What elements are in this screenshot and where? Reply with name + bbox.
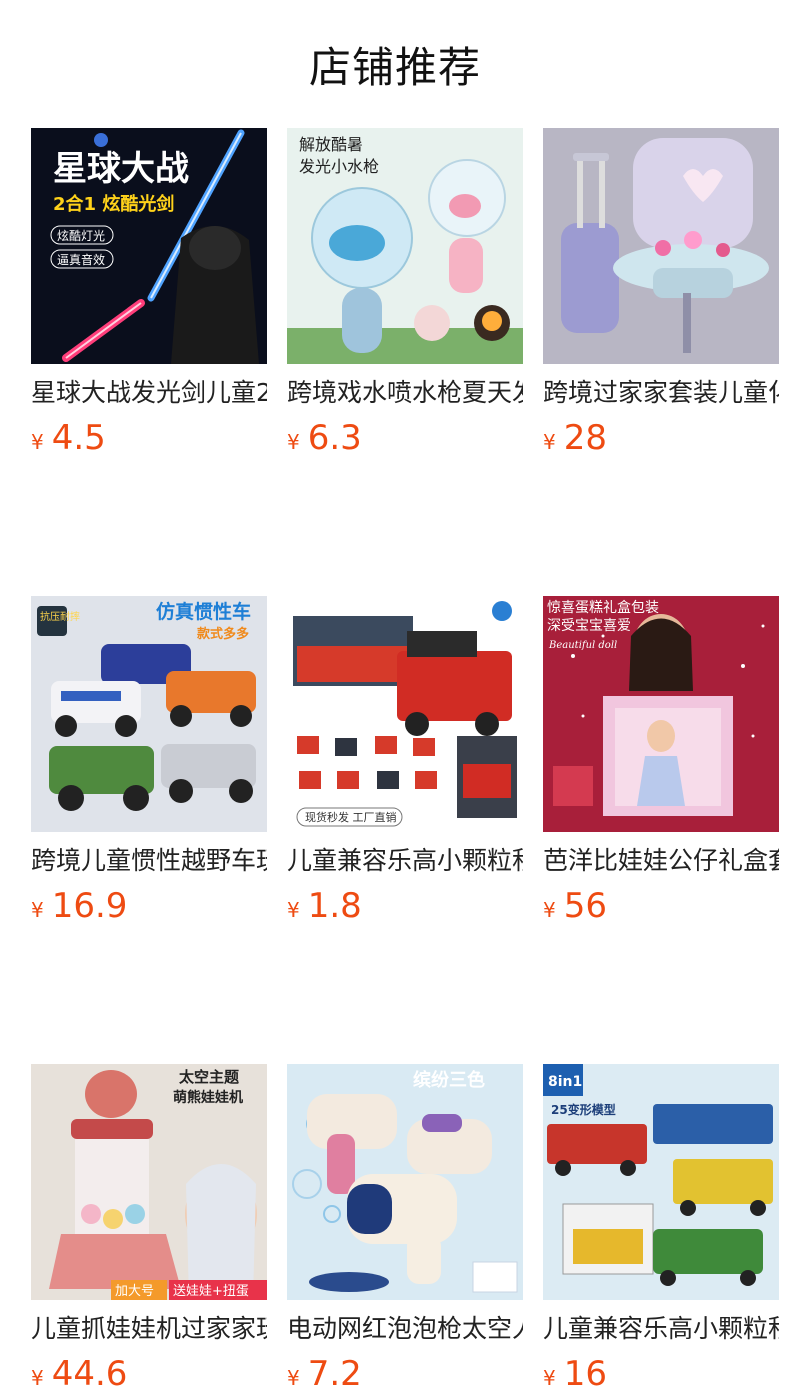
- product-name[interactable]: 儿童抓娃娃机过家家玩具: [31, 1314, 267, 1344]
- product-name[interactable]: 星球大战发光剑儿童2合1炫酷光剑: [31, 378, 267, 408]
- product-image[interactable]: 抗压耐摔 仿真惯性车 款式多多: [31, 596, 267, 832]
- price-value: 56: [563, 886, 607, 926]
- product-card[interactable]: 抗压耐摔 仿真惯性车 款式多多 跨境儿童惯性越野车玩具 ¥16.9: [31, 596, 267, 932]
- product-card[interactable]: 解放酷暑 发光小水枪 跨境戏水喷水枪夏天发光小水枪 ¥6.3: [287, 128, 523, 464]
- image-text: 25变形模型: [551, 1102, 616, 1117]
- image-text: 惊喜蛋糕礼盒包装: [547, 599, 659, 616]
- image-text: Beautiful doll: [548, 640, 617, 651]
- product-image[interactable]: 星球大战 2合1 炫酷光剑 炫酷灯光 逼真音效: [31, 128, 267, 364]
- price-value: 44.6: [51, 1354, 128, 1394]
- image-text: 深受宝宝喜爱: [547, 618, 631, 634]
- product-card[interactable]: 惊喜蛋糕礼盒包装 深受宝宝喜爱 Beautiful doll 芭洋比娃娃公仔礼盒…: [543, 596, 779, 932]
- currency-symbol: ¥: [287, 898, 300, 922]
- image-text: 8in1: [548, 1074, 582, 1090]
- product-card[interactable]: 跨境过家家套装儿童化妆台 ¥28: [543, 128, 779, 464]
- product-name[interactable]: 电动网红泡泡枪太空人: [287, 1314, 523, 1344]
- product-name[interactable]: 跨境过家家套装儿童化妆台: [543, 378, 779, 408]
- image-text: 逼真音效: [57, 252, 105, 267]
- product-name[interactable]: 儿童兼容乐高小颗粒积木: [287, 846, 523, 876]
- product-image[interactable]: 缤纷三色: [287, 1064, 523, 1300]
- product-price: ¥56: [543, 886, 779, 932]
- product-price: ¥16.9: [31, 886, 267, 932]
- currency-symbol: ¥: [31, 898, 44, 922]
- product-price: ¥1.8: [287, 886, 523, 932]
- product-image[interactable]: [543, 128, 779, 364]
- product-grid: 星球大战 2合1 炫酷光剑 炫酷灯光 逼真音效 星球大战发光剑儿童2合1炫酷光剑…: [31, 128, 779, 1400]
- currency-symbol: ¥: [543, 1366, 556, 1390]
- product-price: ¥6.3: [287, 418, 523, 464]
- image-text: 送娃娃+扭蛋: [173, 1284, 249, 1299]
- image-text: 缤纷三色: [413, 1069, 485, 1091]
- page-title: 店铺推荐: [308, 43, 481, 92]
- price-value: 28: [563, 418, 607, 458]
- price-value: 6.3: [307, 418, 362, 458]
- image-text: 仿真惯性车: [156, 600, 251, 623]
- image-text: 2合1 炫酷光剑: [53, 193, 174, 215]
- product-name[interactable]: 跨境戏水喷水枪夏天发光小水枪: [287, 378, 523, 408]
- currency-symbol: ¥: [31, 430, 44, 454]
- image-text: 抗压耐摔: [40, 610, 80, 623]
- product-card[interactable]: 太空主题 萌熊娃娃机 加大号 送娃娃+扭蛋 儿童抓娃娃机过家家玩具 ¥44.6: [31, 1064, 267, 1400]
- product-price: ¥28: [543, 418, 779, 464]
- price-value: 16.9: [51, 886, 128, 926]
- currency-symbol: ¥: [543, 898, 556, 922]
- currency-symbol: ¥: [287, 430, 300, 454]
- product-image[interactable]: 8in1 25变形模型: [543, 1064, 779, 1300]
- image-text: 现货秒发 工厂直销: [305, 810, 397, 824]
- product-card[interactable]: 现货秒发 工厂直销 儿童兼容乐高小颗粒积木 ¥1.8: [287, 596, 523, 932]
- price-value: 1.8: [307, 886, 362, 926]
- product-name[interactable]: 芭洋比娃娃公仔礼盒套装: [543, 846, 779, 876]
- image-text: 萌熊娃娃机: [173, 1089, 243, 1106]
- product-image[interactable]: 解放酷暑 发光小水枪: [287, 128, 523, 364]
- product-image[interactable]: 太空主题 萌熊娃娃机 加大号 送娃娃+扭蛋: [31, 1064, 267, 1300]
- price-value: 4.5: [51, 418, 106, 458]
- product-price: ¥16: [543, 1354, 779, 1400]
- product-card[interactable]: 星球大战 2合1 炫酷光剑 炫酷灯光 逼真音效 星球大战发光剑儿童2合1炫酷光剑…: [31, 128, 267, 464]
- product-price: ¥7.2: [287, 1354, 523, 1400]
- currency-symbol: ¥: [543, 430, 556, 454]
- product-card[interactable]: 缤纷三色 电动网红泡泡枪太空人 ¥7.2: [287, 1064, 523, 1400]
- image-text: 炫酷灯光: [57, 228, 105, 243]
- image-text: 款式多多: [197, 626, 249, 642]
- image-text: 解放酷暑: [299, 135, 363, 154]
- image-text: 发光小水枪: [299, 157, 379, 176]
- product-name[interactable]: 儿童兼容乐高小颗粒积木8合1: [543, 1314, 779, 1344]
- product-name[interactable]: 跨境儿童惯性越野车玩具: [31, 846, 267, 876]
- image-text: 太空主题: [179, 1068, 240, 1086]
- product-card[interactable]: 8in1 25变形模型 儿童兼容乐高小颗粒积木8合1 ¥16: [543, 1064, 779, 1400]
- product-price: ¥44.6: [31, 1354, 267, 1400]
- product-image[interactable]: 现货秒发 工厂直销: [287, 596, 523, 832]
- product-image[interactable]: 惊喜蛋糕礼盒包装 深受宝宝喜爱 Beautiful doll: [543, 596, 779, 832]
- product-price: ¥4.5: [31, 418, 267, 464]
- image-text: 加大号: [115, 1284, 154, 1299]
- price-value: 16: [563, 1354, 607, 1394]
- price-value: 7.2: [307, 1354, 362, 1394]
- currency-symbol: ¥: [31, 1366, 44, 1390]
- currency-symbol: ¥: [287, 1366, 300, 1390]
- image-text: 星球大战: [53, 149, 189, 189]
